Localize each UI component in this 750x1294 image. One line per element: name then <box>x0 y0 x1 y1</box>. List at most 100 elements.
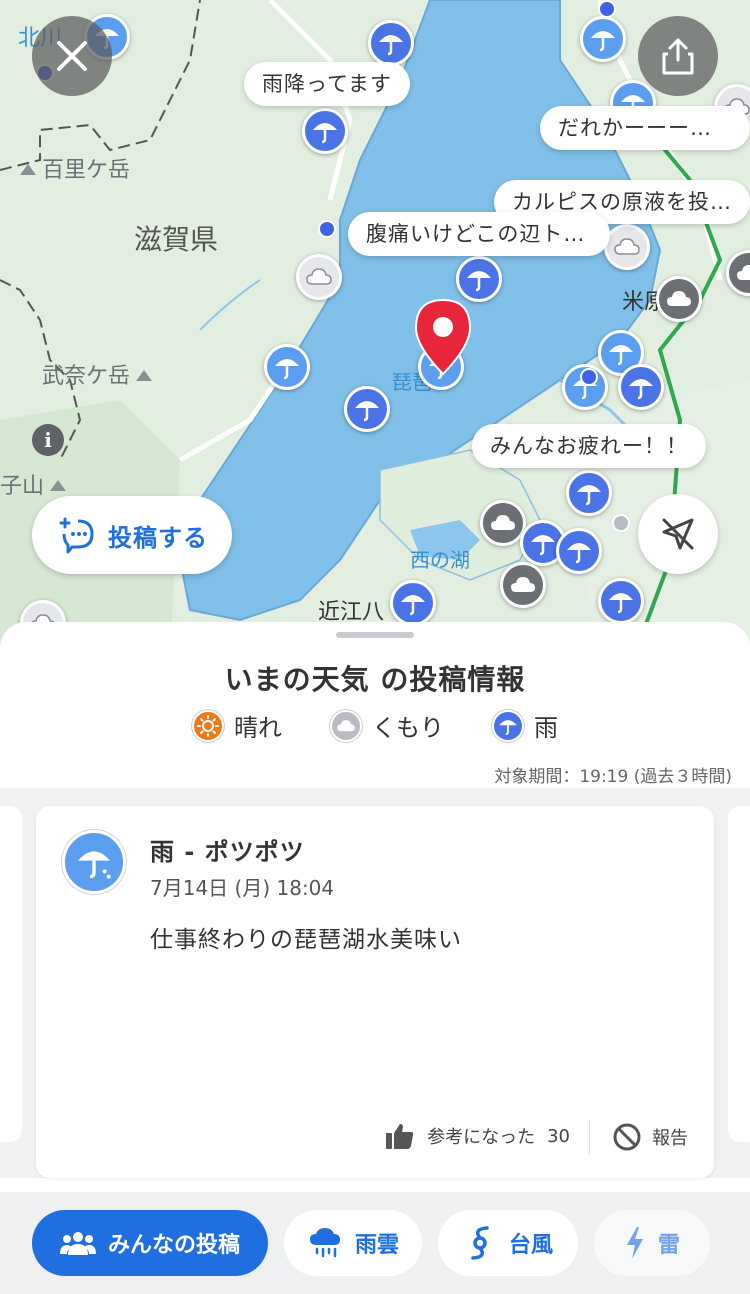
map-label-prefecture: 滋賀県 <box>134 223 219 256</box>
post-date: 7月14日 (月) 18:04 <box>150 876 335 900</box>
block-icon <box>613 1123 641 1151</box>
legend-label: 雨 <box>534 714 558 742</box>
helpful-label: 参考になった <box>427 1127 536 1148</box>
helpful-count: 30 <box>547 1125 570 1147</box>
tab-label: 雷 <box>657 1233 680 1258</box>
weather-map[interactable]: 北川 滋賀県 百里ケ岳 武奈ケ岳 子山 琵琶 西の湖 近江八 米原 <box>0 0 750 660</box>
weather-legend: 晴れ くもり 雨 <box>0 708 750 743</box>
close-icon <box>57 41 87 71</box>
cloud-pin[interactable] <box>296 254 342 300</box>
cloud-icon <box>491 515 515 530</box>
tab-typhoon[interactable]: 台風 <box>438 1210 578 1276</box>
report-label: 報告 <box>652 1128 688 1149</box>
rain-pin[interactable] <box>580 16 626 62</box>
lightning-icon <box>626 1227 643 1259</box>
rain-pin[interactable] <box>618 364 664 410</box>
sun-icon <box>192 709 224 742</box>
cloud-pin[interactable] <box>656 276 702 322</box>
rain-pin[interactable] <box>556 528 602 574</box>
post-title: 雨 - ポツポツ <box>150 838 305 866</box>
post-button[interactable]: 投稿する <box>32 496 232 574</box>
tab-everyone-posts[interactable]: みんなの投稿 <box>32 1210 268 1276</box>
cloud-icon <box>306 268 332 285</box>
location-off-icon <box>662 518 694 550</box>
tab-rain-cloud[interactable]: 雨雲 <box>284 1210 422 1276</box>
report-button[interactable]: 報告 <box>612 1122 688 1152</box>
mountain-icon <box>20 164 36 175</box>
cloud-pin[interactable] <box>500 562 546 608</box>
map-label-nishinoko: 西の湖 <box>410 548 470 572</box>
umbrella-icon <box>591 31 615 52</box>
umbrella-icon <box>401 595 425 616</box>
umbrella-icon <box>609 593 633 614</box>
report-dot[interactable] <box>612 514 630 532</box>
report-dot[interactable] <box>598 0 616 18</box>
tab-label: 台風 <box>508 1233 553 1258</box>
legend-label: くもり <box>372 714 444 742</box>
post-card[interactable]: 雨 - ポツポツ 7月14日 (月) 18:04 仕事終わりの琵琶湖水美味い 参… <box>36 806 714 1178</box>
rain-pin[interactable] <box>390 580 436 626</box>
mountain-icon <box>50 480 67 491</box>
umbrella-icon <box>467 271 491 292</box>
rain-pin[interactable] <box>302 108 348 154</box>
rain-pin[interactable] <box>368 20 414 66</box>
current-location-button[interactable] <box>638 494 718 574</box>
umbrella-icon <box>379 35 403 56</box>
rain-pin[interactable] <box>344 386 390 432</box>
next-card[interactable] <box>728 806 750 1142</box>
umbrella-icon <box>531 535 555 556</box>
tab-lightning[interactable]: 雷 <box>594 1210 710 1276</box>
post-bubble[interactable]: だれかーーー！！！ <box>540 106 750 150</box>
post-bubble[interactable]: みんなお疲れー！！ <box>472 424 706 468</box>
rain-pin[interactable] <box>598 578 644 624</box>
post-bubble[interactable]: 雨降ってます <box>244 62 410 106</box>
tab-label: みんなの投稿 <box>107 1233 240 1258</box>
target-period: 対象期間：19:19 (過去３時間) <box>494 767 732 787</box>
umbrella-icon <box>275 359 299 380</box>
map-label-bunagatake: 武奈ケ岳 <box>42 358 153 390</box>
tab-label: 雨雲 <box>354 1233 399 1258</box>
umbrella-icon <box>609 345 633 366</box>
bottom-sheet: いまの天気 の投稿情報 晴れ くもり 雨 対象期間：19:19 (過去３時間) … <box>0 622 750 1294</box>
mountain-icon <box>136 370 153 381</box>
umbrella-icon <box>567 543 591 564</box>
umbrella-icon <box>492 709 524 742</box>
sheet-title: いまの天気 の投稿情報 <box>224 663 526 696</box>
post-body: 仕事終わりの琵琶湖水美味い <box>150 927 462 953</box>
rain-pin[interactable] <box>566 470 612 516</box>
helpful-button[interactable]: 参考になった 30 <box>385 1122 570 1150</box>
rain-pin[interactable] <box>264 344 310 390</box>
cloud-icon <box>614 238 640 255</box>
cloud-icon <box>511 577 535 592</box>
share-icon <box>662 38 694 75</box>
cloud-pin[interactable] <box>604 224 650 270</box>
cloud-icon <box>737 265 750 280</box>
typhoon-icon <box>471 1226 489 1260</box>
legend-item-rain: 雨 <box>492 708 558 743</box>
share-button[interactable] <box>638 16 718 96</box>
rain-avatar <box>62 830 126 894</box>
map-label-hyakuri: 百里ケ岳 <box>20 152 130 184</box>
close-button[interactable] <box>32 16 112 96</box>
umbrella-icon <box>577 485 601 506</box>
report-dot[interactable] <box>318 220 336 238</box>
previous-card[interactable] <box>0 806 22 1142</box>
sheet-drag-handle[interactable] <box>336 632 414 638</box>
add-comment-icon <box>59 517 94 554</box>
umbrella-icon <box>313 123 337 144</box>
rain-cloud-icon <box>309 1228 340 1258</box>
legend-label: 晴れ <box>234 714 282 742</box>
rain-pin[interactable] <box>456 256 502 302</box>
selected-location-pin[interactable] <box>412 298 474 378</box>
cloud-icon <box>330 709 362 742</box>
info-icon[interactable]: i <box>32 424 64 456</box>
umbrella-icon <box>355 401 379 422</box>
report-dot[interactable] <box>580 368 598 386</box>
post-button-label: 投稿する <box>108 523 208 552</box>
post-bubble[interactable]: 腹痛いけどこの辺トイレない <box>348 212 610 256</box>
bottom-tab-bar: みんなの投稿 雨雲 台風 雷 <box>0 1192 750 1294</box>
post-carousel[interactable]: 雨 - ポツポツ 7月14日 (月) 18:04 仕事終わりの琵琶湖水美味い 参… <box>0 788 750 1178</box>
thumbs-up-icon <box>386 1124 414 1149</box>
umbrella-icon <box>629 379 653 400</box>
cloud-pin[interactable] <box>480 500 526 546</box>
